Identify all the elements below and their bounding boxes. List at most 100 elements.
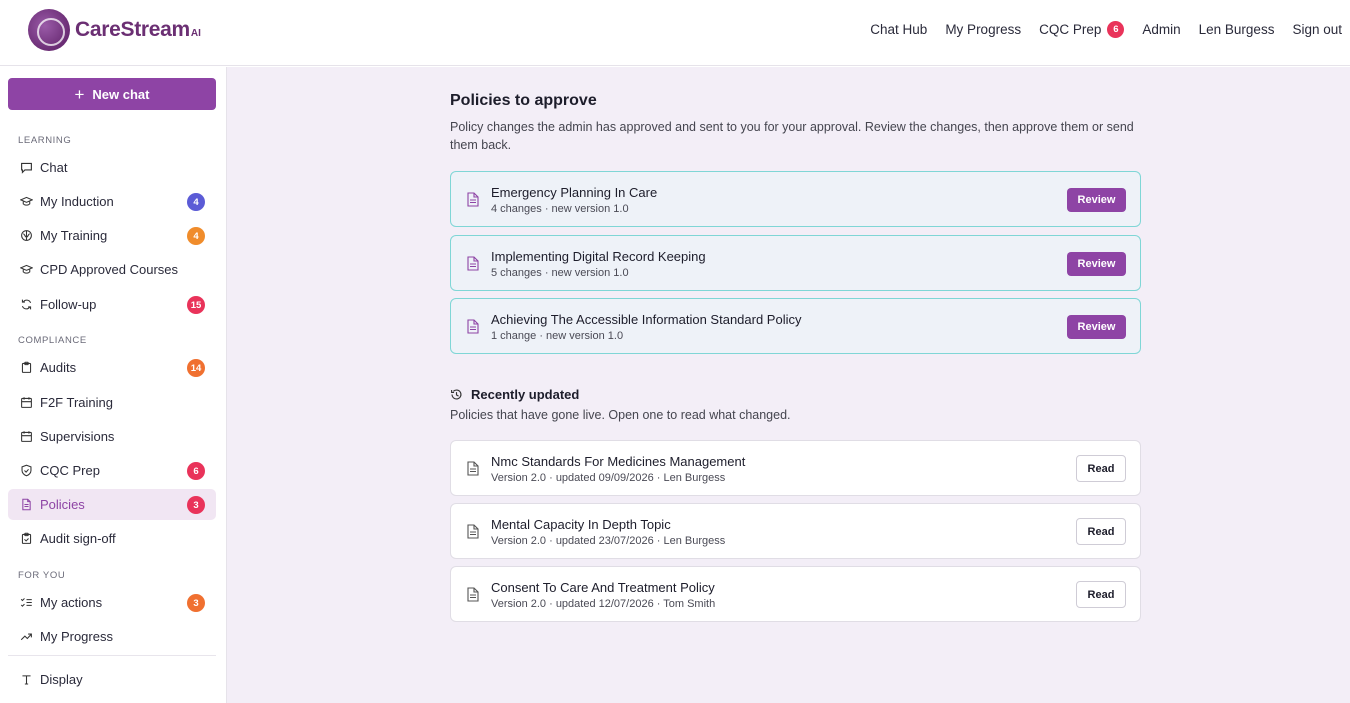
brand-name: CareStream	[75, 18, 190, 41]
sidebar-item-my-progress[interactable]: My Progress	[8, 621, 216, 652]
count-badge: 6	[187, 462, 205, 480]
policy-meta: 1 change · new version 1.0	[491, 330, 624, 342]
topnav-cqc-prep-label: CQC Prep	[1039, 22, 1102, 37]
sidebar-item-label: Audits	[40, 360, 77, 375]
history-icon	[451, 389, 462, 400]
section-description: Policies that have gone live. Open one t…	[450, 408, 791, 422]
main-content: Policies to approve Policy changes the a…	[227, 67, 1350, 703]
sidebar-item-label: Supervisions	[40, 429, 115, 444]
sidebar-item-supervisions[interactable]: Supervisions	[8, 421, 216, 452]
tree-logo-icon	[28, 9, 70, 51]
checklist-icon	[19, 596, 33, 610]
review-button[interactable]: Review	[1067, 315, 1126, 339]
section-label-for-you: FOR YOU	[18, 570, 66, 581]
topnav-cqc-prep[interactable]: CQC Prep 6	[1039, 21, 1125, 38]
topnav-user-name[interactable]: Len Burgess	[1199, 22, 1275, 37]
policy-meta: Version 2.0 · updated 12/07/2026 · Tom S…	[491, 598, 716, 610]
cqc-prep-count-badge: 6	[1107, 21, 1125, 38]
calendar-icon	[19, 396, 33, 410]
sidebar-item-label: My actions	[40, 595, 103, 610]
brand-logo[interactable]: CareStream AI	[28, 9, 201, 51]
text-type-icon	[19, 673, 33, 687]
sidebar-item-label: My Progress	[40, 629, 113, 644]
document-icon	[467, 587, 479, 602]
count-badge: 3	[187, 594, 205, 612]
read-button[interactable]: Read	[1076, 518, 1126, 545]
policy-title: Mental Capacity In Depth Topic	[491, 517, 671, 532]
policy-title: Nmc Standards For Medicines Management	[491, 454, 746, 469]
policy-title: Achieving The Accessible Information Sta…	[491, 312, 802, 327]
sidebar-item-my-induction[interactable]: My Induction 4	[8, 186, 216, 217]
clipboard-icon	[19, 361, 33, 375]
topnav-chat-hub[interactable]: Chat Hub	[870, 22, 927, 37]
page-title: Policies to approve	[450, 92, 597, 109]
new-chat-button[interactable]: + New chat	[8, 78, 216, 110]
policy-meta: 4 changes · new version 1.0	[491, 203, 629, 215]
sidebar-item-audit-sign-off[interactable]: Audit sign-off	[8, 523, 216, 554]
policy-title: Consent To Care And Treatment Policy	[491, 580, 715, 595]
page-description: Policy changes the admin has approved an…	[450, 120, 1134, 152]
sidebar-item-label: My Induction	[40, 194, 114, 209]
sidebar-item-label: Audit sign-off	[40, 531, 116, 546]
document-icon	[467, 192, 479, 207]
top-header: CareStream AI Chat Hub My Progress CQC P…	[0, 0, 1350, 66]
chat-bubble-icon	[19, 161, 33, 175]
sidebar-item-label: CQC Prep	[40, 463, 100, 478]
new-chat-label: New chat	[92, 86, 150, 102]
topnav-sign-out[interactable]: Sign out	[1292, 22, 1342, 37]
count-badge: 4	[187, 193, 205, 211]
recently-updated-heading: Recently updated	[450, 387, 579, 402]
brain-icon	[19, 229, 33, 243]
review-button[interactable]: Review	[1067, 188, 1126, 212]
live-policy-card[interactable]: Mental Capacity In Depth Topic Version 2…	[450, 503, 1141, 559]
sidebar-item-cpd-approved-courses[interactable]: CPD Approved Courses	[8, 254, 216, 285]
pending-policy-card[interactable]: Emergency Planning In Care 4 changes · n…	[450, 171, 1141, 227]
policy-meta: Version 2.0 · updated 23/07/2026 · Len B…	[491, 535, 726, 547]
read-button[interactable]: Read	[1076, 581, 1126, 608]
topnav-my-progress[interactable]: My Progress	[945, 22, 1021, 37]
sidebar-item-policies[interactable]: Policies 3	[8, 489, 216, 520]
graduation-cap-icon	[19, 263, 33, 277]
top-navigation: Chat Hub My Progress CQC Prep 6 Admin Len…	[852, 21, 1342, 38]
clipboard-check-icon	[19, 532, 33, 546]
sidebar-item-label: Display	[40, 672, 83, 687]
count-badge: 4	[187, 227, 205, 245]
document-icon	[467, 319, 479, 334]
sidebar-item-label: My Training	[40, 228, 108, 243]
sidebar-item-label: CPD Approved Courses	[40, 262, 179, 277]
sidebar: + New chat LEARNING Chat My Induction 4 M…	[0, 67, 227, 703]
sidebar-item-f2f-training[interactable]: F2F Training	[8, 387, 216, 418]
sidebar-item-follow-up[interactable]: Follow-up 15	[8, 289, 216, 320]
document-icon	[467, 461, 479, 476]
live-policy-card[interactable]: Consent To Care And Treatment Policy Ver…	[450, 566, 1141, 622]
sidebar-item-chat[interactable]: Chat	[8, 152, 216, 183]
plus-icon: +	[74, 84, 85, 104]
sidebar-item-my-training[interactable]: My Training 4	[8, 220, 216, 251]
pending-policy-card[interactable]: Implementing Digital Record Keeping 5 ch…	[450, 235, 1141, 291]
sidebar-item-label: Follow-up	[40, 297, 97, 312]
graduation-cap-icon	[19, 195, 33, 209]
sidebar-item-display[interactable]: Display	[8, 664, 216, 695]
policy-meta: 5 changes · new version 1.0	[491, 267, 629, 279]
document-icon	[467, 256, 479, 271]
policy-title: Implementing Digital Record Keeping	[491, 249, 706, 264]
count-badge: 15	[187, 296, 205, 314]
sidebar-item-label: F2F Training	[40, 395, 113, 410]
count-badge: 3	[187, 496, 205, 514]
pending-policy-card[interactable]: Achieving The Accessible Information Sta…	[450, 298, 1141, 354]
count-badge: 14	[187, 359, 205, 377]
document-icon	[467, 524, 479, 539]
topnav-admin[interactable]: Admin	[1142, 22, 1180, 37]
sidebar-item-my-actions[interactable]: My actions 3	[8, 587, 216, 618]
sidebar-item-audits[interactable]: Audits 14	[8, 352, 216, 383]
review-button[interactable]: Review	[1067, 252, 1126, 276]
section-label-learning: LEARNING	[18, 135, 72, 146]
read-button[interactable]: Read	[1076, 455, 1126, 482]
live-policy-card[interactable]: Nmc Standards For Medicines Management V…	[450, 440, 1141, 496]
sidebar-item-label: Chat	[40, 160, 68, 175]
section-label-compliance: COMPLIANCE	[18, 335, 87, 346]
shield-icon	[19, 464, 33, 478]
section-title: Recently updated	[471, 387, 580, 402]
brand-suffix: AI	[190, 27, 201, 39]
sidebar-item-cqc-prep[interactable]: CQC Prep 6	[8, 455, 216, 486]
